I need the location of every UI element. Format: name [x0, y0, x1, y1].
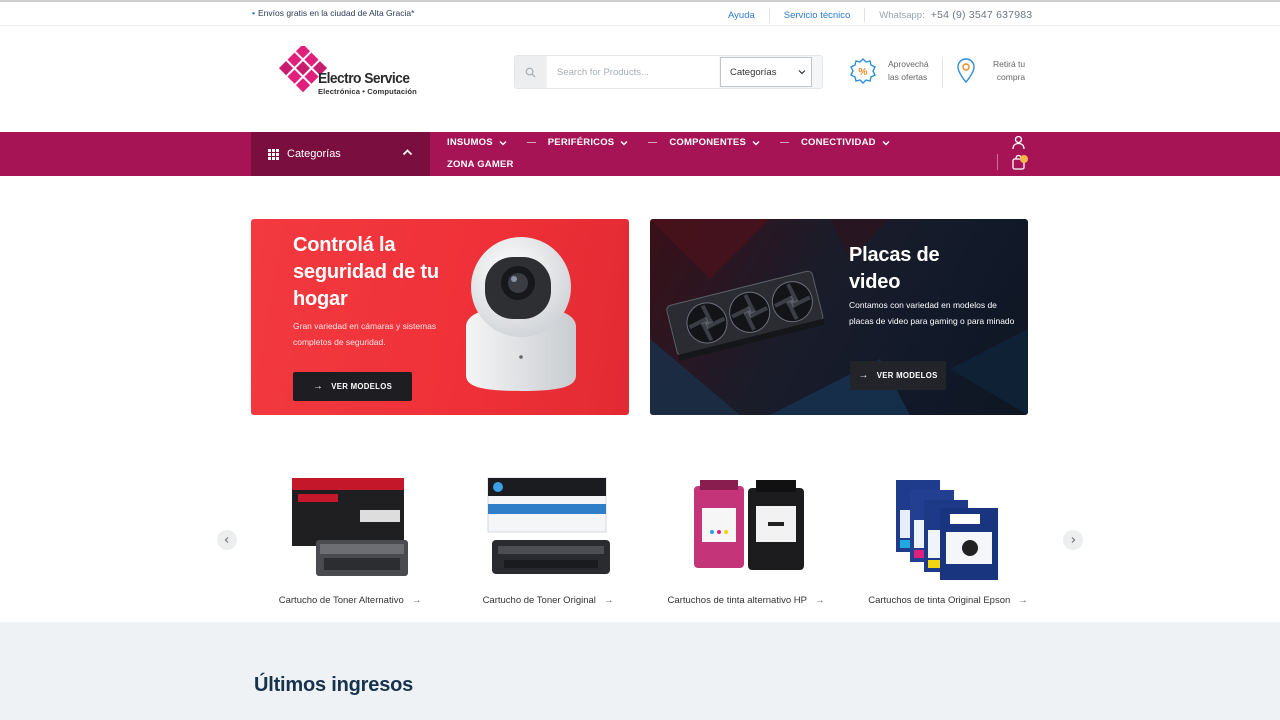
category-menu: INSUMOS PERIFÉRICOS COMPONENTES CONECTIV… [447, 137, 890, 148]
banner-title: Controlá la seguridad de tu hogar [293, 234, 439, 310]
offers-perk[interactable]: % Aprovechá las ofertas [849, 57, 929, 85]
latest-arrivals-section: Últimos ingresos [0, 622, 1280, 720]
top-bar: • Envíos gratis en la ciudad de Alta Grac… [0, 0, 1280, 26]
arrow-right-icon: → [603, 595, 614, 606]
product-name[interactable]: Cartuchos de tinta Original Epson → [858, 595, 1038, 606]
cart-count-badge [1020, 155, 1028, 163]
divider [864, 8, 866, 22]
chevron-down-icon [798, 70, 806, 75]
chevron-down-icon [620, 140, 628, 145]
whatsapp-number[interactable]: +54 (9) 3547 637983 [931, 9, 1033, 21]
carousel-next-button[interactable] [1063, 530, 1083, 550]
product-card[interactable]: Cartucho de Toner Alternativo → [260, 470, 440, 615]
brand-name: Electro Service [318, 70, 410, 87]
nav-item-insumos[interactable]: INSUMOS [447, 137, 507, 148]
toner-cartridge-image [487, 477, 610, 574]
arrow-right-icon: → [411, 595, 422, 606]
user-icon[interactable] [1011, 135, 1026, 150]
chevron-down-icon [499, 140, 507, 145]
chevron-down-icon [882, 140, 890, 145]
product-name[interactable]: Cartucho de Toner Alternativo → [260, 595, 440, 606]
toner-cartridge-image [292, 478, 408, 576]
banner-title: Placas de video [849, 244, 940, 293]
svg-text:%: % [859, 67, 868, 78]
product-name[interactable]: Cartuchos de tinta alternativo HP → [656, 595, 836, 606]
ink-cartridge-image [694, 480, 804, 570]
product-card[interactable]: Cartuchos de tinta Original Epson → [858, 470, 1038, 615]
chevron-left-icon [224, 537, 229, 543]
divider [997, 154, 998, 170]
whatsapp-label: Whatsapp: [879, 9, 925, 21]
chevron-right-icon [1071, 537, 1076, 543]
product-card[interactable]: Cartucho de Toner Original → [458, 470, 638, 615]
technical-service-link[interactable]: Servicio técnico [784, 10, 851, 21]
arrow-right-icon: → [814, 595, 825, 606]
section-title: Últimos ingresos [254, 674, 414, 696]
search-bar: Categorías [514, 55, 823, 89]
category-select[interactable]: Categorías [720, 57, 812, 87]
view-models-button[interactable]: → VER MODELOS [850, 361, 946, 390]
pickup-perk[interactable]: Retirá tu compra [955, 57, 1025, 85]
banner-graphics-cards[interactable]: Placas de video Contamos con variedad en… [650, 219, 1028, 415]
security-camera-image [466, 237, 576, 391]
help-link[interactable]: Ayuda [728, 10, 755, 21]
free-shipping-promo: • Envíos gratis en la ciudad de Alta Grac… [252, 8, 415, 18]
nav-item-zona-gamer[interactable]: ZONA GAMER [447, 159, 514, 170]
brand-tagline: Electrónica • Computación [318, 87, 417, 96]
divider [942, 58, 943, 88]
discount-badge-icon: % [850, 58, 876, 84]
divider [779, 142, 789, 143]
grid-icon [268, 148, 279, 160]
nav-item-conectividad[interactable]: CONECTIVIDAD [801, 137, 890, 148]
banner-text: Gran variedad en cámaras y sistemas comp… [293, 321, 437, 347]
carousel-prev-button[interactable] [217, 530, 237, 550]
divider [648, 142, 658, 143]
divider [526, 142, 536, 143]
banner-security-cameras[interactable]: Controlá la seguridad de tu hogar Gran v… [251, 219, 629, 415]
site-logo[interactable]: Electro Service Electrónica • Computació… [278, 46, 448, 100]
nav-item-perifericos[interactable]: PERIFÉRICOS [548, 137, 629, 148]
top-links: Ayuda Servicio técnico Whatsapp: +54 (9)… [728, 8, 1032, 22]
ink-bottles-image [896, 480, 998, 580]
arrow-right-icon: → [312, 381, 324, 392]
graphics-card-image [666, 270, 825, 361]
categories-menu-button[interactable]: Categorías [251, 132, 430, 176]
chevron-down-icon [752, 140, 760, 145]
nav-item-componentes[interactable]: COMPONENTES [669, 137, 760, 148]
chevron-up-icon [402, 149, 413, 156]
arrow-right-icon: → [858, 370, 869, 381]
banner-text: Contamos con variedad en modelos de plac… [849, 300, 1015, 326]
main-navigation: Categorías INSUMOS PERIFÉRICOS COMPONENT… [0, 132, 1280, 176]
arrow-right-icon: → [1018, 595, 1028, 606]
view-models-button[interactable]: → VER MODELOS [293, 372, 412, 401]
search-input[interactable] [547, 56, 719, 88]
location-pin-icon [957, 58, 975, 84]
divider [768, 8, 770, 22]
search-icon[interactable] [515, 56, 546, 88]
product-card[interactable]: Cartuchos de tinta alternativo HP → [656, 470, 836, 615]
product-name[interactable]: Cartucho de Toner Original → [458, 595, 638, 606]
